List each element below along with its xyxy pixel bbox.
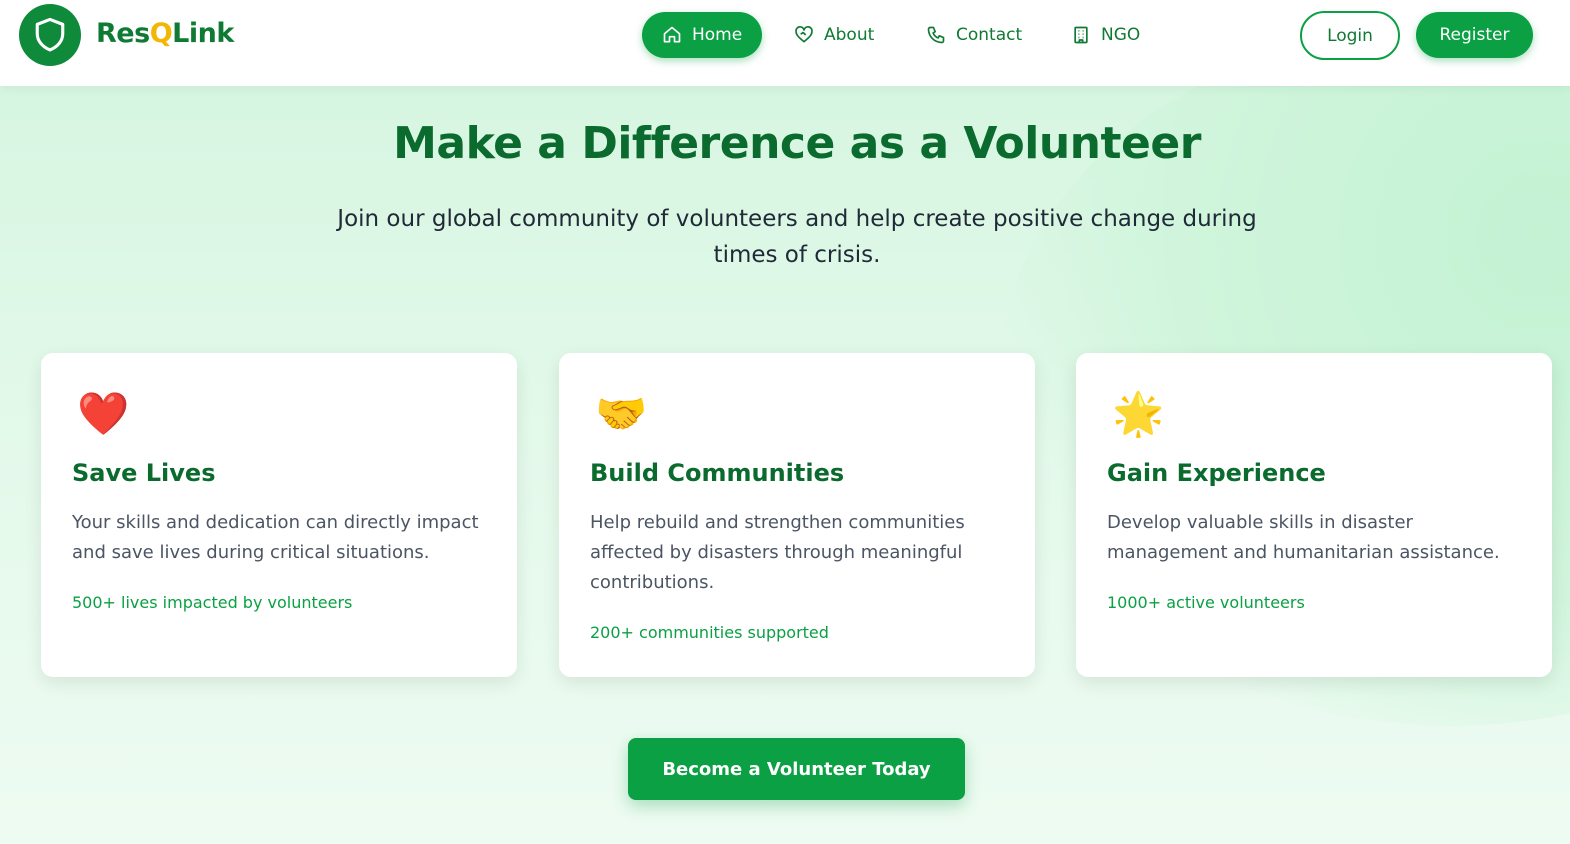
become-volunteer-button[interactable]: Become a Volunteer Today: [628, 738, 965, 800]
nav-home-label: Home: [692, 25, 743, 45]
nav-about-label: About: [824, 25, 875, 45]
card-gain-experience: 🌟 Gain Experience Develop valuable skill…: [1076, 353, 1552, 677]
nav-ngo-label: NGO: [1101, 25, 1141, 45]
top-navbar: ResQLink Home About Contact NGO Login Re…: [0, 0, 1570, 86]
card-stat: 200+ communities supported: [590, 623, 829, 642]
hero-subtitle: Join our global community of volunteers …: [337, 206, 1257, 268]
nav-contact[interactable]: Contact: [926, 12, 1022, 58]
register-button[interactable]: Register: [1416, 12, 1533, 58]
card-stat: 1000+ active volunteers: [1107, 593, 1305, 612]
brand-prefix: Res: [96, 18, 150, 49]
brand-q: Q: [149, 18, 173, 49]
card-description: Develop valuable skills in disaster mana…: [1107, 512, 1500, 563]
brand-suffix: Link: [172, 18, 234, 49]
card-build-communities: 🤝 Build Communities Help rebuild and str…: [559, 353, 1035, 677]
shield-icon: [35, 17, 65, 52]
nav-ngo[interactable]: NGO: [1071, 12, 1140, 58]
logo[interactable]: [19, 4, 81, 66]
heart-icon: ❤️: [77, 389, 130, 438]
home-icon: [663, 26, 681, 43]
star-icon: 🌟: [1112, 389, 1165, 438]
card-description: Help rebuild and strengthen communities …: [590, 512, 965, 593]
card-description: Your skills and dedication can directly …: [72, 512, 479, 563]
page-title: Make a Difference as a Volunteer: [393, 118, 1201, 169]
login-button[interactable]: Login: [1300, 11, 1400, 60]
handshake-icon: 🤝: [595, 389, 648, 438]
card-save-lives: ❤️ Save Lives Your skills and dedication…: [41, 353, 517, 677]
nav-about[interactable]: About: [794, 12, 874, 58]
nav-contact-label: Contact: [956, 25, 1023, 45]
card-title: Save Lives: [72, 459, 216, 487]
nav-home[interactable]: Home: [642, 12, 763, 58]
phone-icon: [927, 26, 945, 44]
card-title: Gain Experience: [1107, 459, 1326, 487]
heart-handshake-icon: [795, 26, 813, 43]
building-icon: [1074, 26, 1088, 44]
card-title: Build Communities: [590, 459, 845, 487]
card-stat: 500+ lives impacted by volunteers: [72, 593, 353, 612]
brand-name[interactable]: ResQLink: [96, 18, 234, 49]
